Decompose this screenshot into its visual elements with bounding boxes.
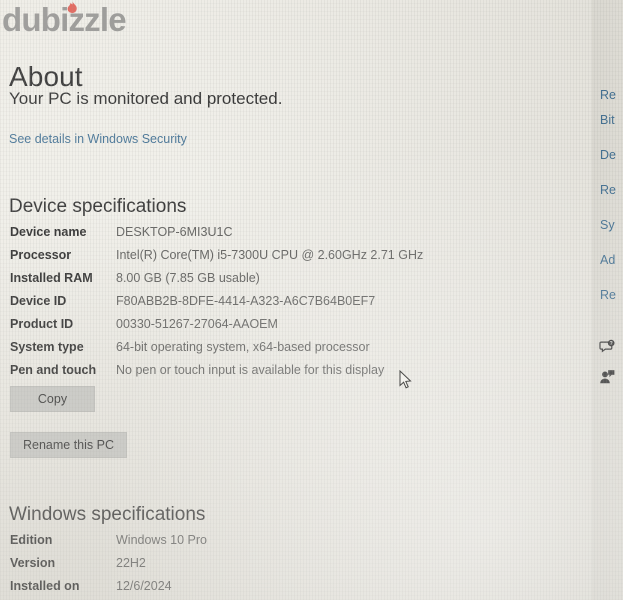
svg-text:?: ? bbox=[610, 341, 613, 347]
copy-button[interactable]: Copy bbox=[10, 386, 95, 412]
get-help-icon[interactable]: ? bbox=[599, 339, 615, 355]
table-row: Product ID 00330-51267-27064-AAOEM bbox=[0, 313, 592, 336]
related-settings-rail: Re Bit De Re Sy Ad Re ? bbox=[592, 0, 623, 600]
windows-specifications-heading: Windows specifications bbox=[9, 503, 206, 525]
rail-link-4[interactable]: Sy bbox=[600, 218, 615, 232]
table-row: Version 22H2 bbox=[0, 552, 592, 575]
spec-value: 64-bit operating system, x64-based proce… bbox=[116, 340, 370, 354]
about-pane: About Your PC is monitored and protected… bbox=[0, 0, 592, 600]
windows-security-details-link[interactable]: See details in Windows Security bbox=[9, 132, 187, 146]
table-row: System type 64-bit operating system, x64… bbox=[0, 336, 592, 359]
monitor-photo-screen: Re Bit De Re Sy Ad Re ? About Your PC is… bbox=[0, 0, 623, 600]
table-row: Processor Intel(R) Core(TM) i5-7300U CPU… bbox=[0, 244, 592, 267]
table-row: Device ID F80ABB2B-8DFE-4414-A323-A6C7B6… bbox=[0, 290, 592, 313]
rail-link-3[interactable]: Re bbox=[600, 183, 616, 197]
spec-value: F80ABB2B-8DFE-4414-A323-A6C7B64B0EF7 bbox=[116, 294, 376, 308]
table-row: Installed RAM 8.00 GB (7.85 GB usable) bbox=[0, 267, 592, 290]
spec-value: 22H2 bbox=[116, 556, 146, 570]
rail-link-0[interactable]: Re bbox=[600, 88, 616, 102]
table-row: Pen and touch No pen or touch input is a… bbox=[0, 359, 592, 382]
spec-label: Processor bbox=[10, 248, 72, 262]
settings-about-page: Re Bit De Re Sy Ad Re ? About Your PC is… bbox=[0, 0, 623, 600]
rail-link-1[interactable]: Bit bbox=[600, 113, 615, 127]
spec-label: Device name bbox=[10, 225, 87, 239]
page-title: About bbox=[9, 60, 83, 92]
protection-status-text: Your PC is monitored and protected. bbox=[9, 89, 283, 108]
rail-link-2[interactable]: De bbox=[600, 148, 616, 162]
device-specifications-heading: Device specifications bbox=[9, 195, 187, 217]
give-feedback-icon[interactable] bbox=[599, 369, 615, 385]
spec-value: 8.00 GB (7.85 GB usable) bbox=[116, 271, 260, 285]
spec-value: 12/6/2024 bbox=[116, 579, 172, 593]
rail-link-5[interactable]: Ad bbox=[600, 253, 615, 267]
spec-label: Product ID bbox=[10, 317, 74, 331]
table-row: Device name DESKTOP-6MI3U1C bbox=[0, 221, 592, 244]
windows-specifications-table: Edition Windows 10 Pro Version 22H2 Inst… bbox=[0, 529, 592, 600]
rename-this-pc-button[interactable]: Rename this PC bbox=[10, 432, 127, 458]
rail-link-6[interactable]: Re bbox=[600, 288, 616, 302]
flame-icon bbox=[67, 1, 77, 14]
spec-value: Windows 10 Pro bbox=[116, 533, 208, 547]
spec-value: Intel(R) Core(TM) i5-7300U CPU @ 2.60GHz… bbox=[116, 248, 424, 262]
spec-label: Device ID bbox=[10, 294, 67, 308]
spec-value: 00330-51267-27064-AAOEM bbox=[116, 317, 278, 331]
spec-value: DESKTOP-6MI3U1C bbox=[116, 225, 233, 239]
spec-label: Version bbox=[10, 556, 56, 570]
table-row: Edition Windows 10 Pro bbox=[0, 529, 592, 552]
spec-label: Installed on bbox=[10, 579, 80, 593]
spec-label: Edition bbox=[10, 533, 53, 547]
spec-label: Installed RAM bbox=[10, 271, 93, 285]
spec-value: No pen or touch input is available for t… bbox=[116, 363, 385, 377]
dubizzle-watermark: dubizzle bbox=[2, 0, 127, 40]
table-row: Installed on 12/6/2024 bbox=[0, 575, 592, 598]
device-specifications-table: Device name DESKTOP-6MI3U1C Processor In… bbox=[0, 221, 592, 382]
spec-label: Pen and touch bbox=[10, 363, 97, 377]
spec-label: System type bbox=[10, 340, 84, 354]
